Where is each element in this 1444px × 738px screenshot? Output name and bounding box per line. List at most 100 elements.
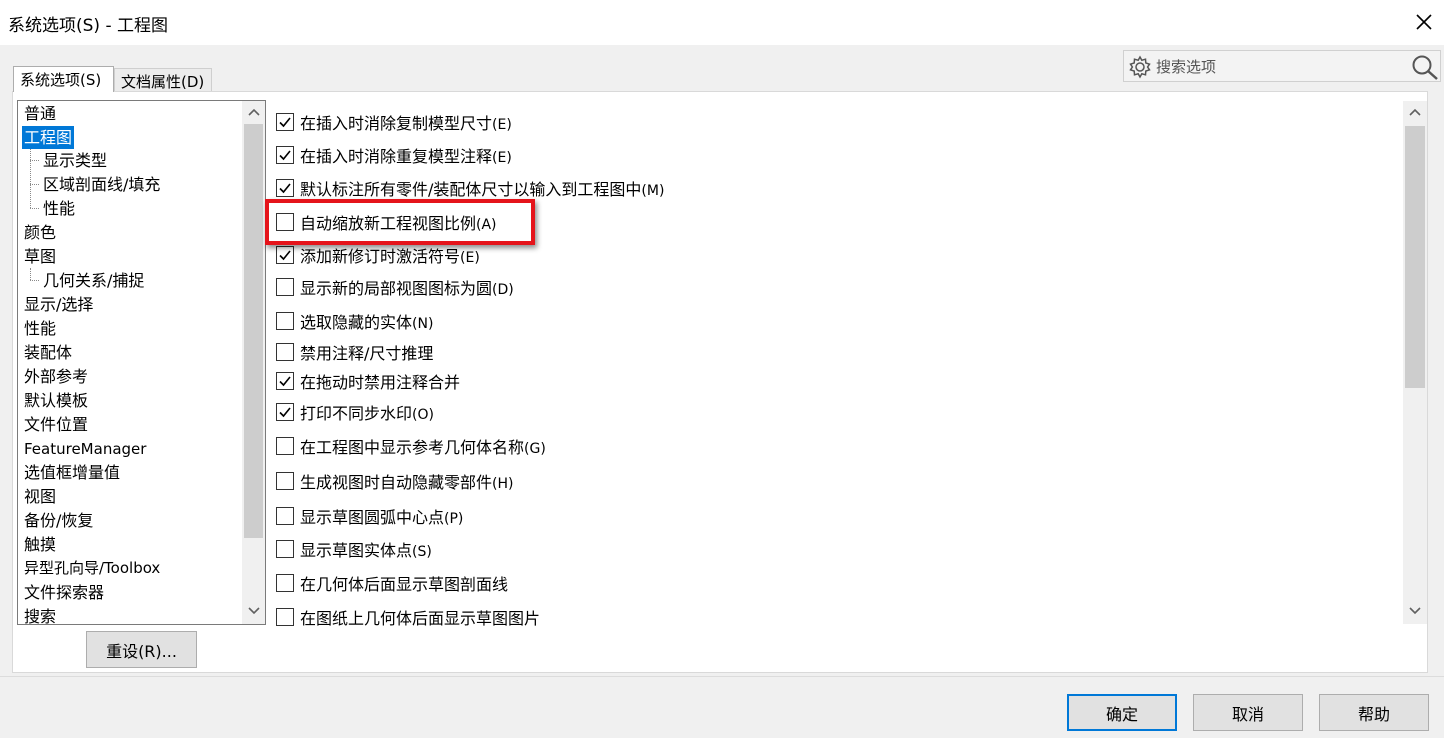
tree-scrollbar[interactable] xyxy=(242,101,265,624)
scroll-thumb[interactable] xyxy=(1405,126,1425,388)
option-text: 在插入时消除复制模型尺寸 xyxy=(300,114,493,133)
scroll-up-arrow[interactable] xyxy=(1403,101,1427,123)
option-text: 在插入时消除重复模型注释 xyxy=(300,147,493,166)
gear-icon[interactable] xyxy=(1127,54,1153,80)
chevron-down-icon xyxy=(1409,607,1421,615)
option-row: 添加新修订时激活符号(E) xyxy=(276,244,480,266)
tree-item-backup-recover[interactable]: 备份/恢复 xyxy=(22,509,95,532)
option-text: 自动缩放新工程视图比例 xyxy=(300,214,477,233)
tree-item-external-references[interactable]: 外部参考 xyxy=(22,365,90,388)
tree-item-file-explorer[interactable]: 文件探索器 xyxy=(22,581,106,604)
option-checkbox[interactable] xyxy=(276,179,294,197)
reset-button[interactable]: 重设(R)... xyxy=(86,631,197,668)
option-label[interactable]: 在几何体后面显示草图剖面线 xyxy=(300,571,508,595)
option-label[interactable]: 在工程图中显示参考几何体名称(G) xyxy=(300,434,546,458)
option-label[interactable]: 显示草图圆弧中心点(P) xyxy=(300,504,463,528)
tree-item-featuremanager[interactable]: FeatureManager xyxy=(22,438,148,461)
option-checkbox[interactable] xyxy=(276,403,294,421)
check-icon xyxy=(279,117,291,128)
option-text: 禁用注释/尺寸推理 xyxy=(300,344,434,363)
search-icon[interactable] xyxy=(1410,53,1440,81)
tree-item-assemblies[interactable]: 装配体 xyxy=(22,341,74,364)
option-text: 在工程图中显示参考几何体名称 xyxy=(300,438,525,457)
tree-item-general[interactable]: 普通 xyxy=(22,102,58,125)
option-checkbox[interactable] xyxy=(276,278,294,296)
tree-item-view[interactable]: 视图 xyxy=(22,485,58,508)
option-text: 选取隐藏的实体 xyxy=(300,313,413,332)
help-button[interactable]: 帮助 xyxy=(1319,694,1429,731)
tree-item-performance[interactable]: 性能 xyxy=(22,317,58,340)
tab-system-options[interactable]: 系统选项(S) xyxy=(13,66,114,92)
scroll-thumb[interactable] xyxy=(244,124,263,538)
search-input[interactable] xyxy=(1156,55,1404,79)
tree-item-spin-box-increments[interactable]: 选值框增量值 xyxy=(22,461,122,484)
option-row: 在工程图中显示参考几何体名称(G) xyxy=(276,435,546,457)
tab-document-properties[interactable]: 文档属性(D) xyxy=(114,68,212,91)
option-checkbox[interactable] xyxy=(276,213,294,231)
tree-item-relations-snaps[interactable]: 几何关系/捕捉 xyxy=(41,269,146,292)
tree-item-search[interactable]: 搜索 xyxy=(22,605,58,624)
option-checkbox[interactable] xyxy=(276,246,294,264)
option-label[interactable]: 自动缩放新工程视图比例(A) xyxy=(300,210,497,234)
option-label[interactable]: 禁用注释/尺寸推理 xyxy=(300,340,433,364)
option-shortcut: (E) xyxy=(492,117,512,133)
option-checkbox[interactable] xyxy=(276,574,294,592)
option-row: 在图纸上几何体后面显示草图图片 xyxy=(276,606,540,628)
title-bar: 系统选项(S) - 工程图 xyxy=(0,0,1444,45)
option-checkbox[interactable] xyxy=(276,507,294,525)
close-button[interactable] xyxy=(1408,6,1440,38)
option-label[interactable]: 显示草图实体点(S) xyxy=(300,537,432,561)
tree-item-area-hatch[interactable]: 区域剖面线/填充 xyxy=(41,173,162,196)
option-row: 在插入时消除重复模型注释(E) xyxy=(276,144,512,166)
option-checkbox[interactable] xyxy=(276,608,294,626)
tree-item-drawing-performance[interactable]: 性能 xyxy=(41,197,77,220)
option-shortcut: (S) xyxy=(412,544,432,560)
option-label[interactable]: 添加新修订时激活符号(E) xyxy=(300,243,480,267)
tree-item-display-selection[interactable]: 显示/选择 xyxy=(22,293,95,316)
tree-item-drawings[interactable]: 工程图 xyxy=(22,126,75,149)
tree-item-sketch[interactable]: 草图 xyxy=(22,245,58,268)
option-row: 在几何体后面显示草图剖面线 xyxy=(276,572,508,594)
tree-connector xyxy=(30,268,31,280)
option-label[interactable]: 在图纸上几何体后面显示草图图片 xyxy=(300,605,540,629)
scroll-down-arrow[interactable] xyxy=(242,600,265,622)
option-shortcut: (E) xyxy=(460,250,480,266)
check-icon xyxy=(279,250,291,261)
options-scrollbar[interactable] xyxy=(1403,101,1427,624)
option-label[interactable]: 在插入时消除重复模型注释(E) xyxy=(300,143,512,167)
option-checkbox[interactable] xyxy=(276,540,294,558)
option-label[interactable]: 选取隐藏的实体(N) xyxy=(300,309,433,333)
option-checkbox[interactable] xyxy=(276,113,294,131)
tree-item-default-templates[interactable]: 默认模板 xyxy=(22,389,90,412)
tree-item-colors[interactable]: 颜色 xyxy=(22,221,58,244)
option-label[interactable]: 默认标注所有零件/装配体尺寸以输入到工程图中(M) xyxy=(300,176,664,200)
cancel-button[interactable]: 取消 xyxy=(1193,694,1303,731)
option-label[interactable]: 在拖动时禁用注释合并 xyxy=(300,369,460,393)
option-checkbox[interactable] xyxy=(276,472,294,490)
option-label[interactable]: 显示新的局部视图图标为圆(D) xyxy=(300,275,514,299)
scroll-up-arrow[interactable] xyxy=(242,101,265,123)
option-row: 显示新的局部视图图标为圆(D) xyxy=(276,276,514,298)
option-checkbox[interactable] xyxy=(276,312,294,330)
option-shortcut: (D) xyxy=(492,282,514,298)
option-row: 显示草图圆弧中心点(P) xyxy=(276,505,463,527)
option-label[interactable]: 生成视图时自动隐藏零部件(H) xyxy=(300,469,513,493)
tree-item-hole-wizard-toolbox[interactable]: 异型孔向导/Toolbox xyxy=(22,557,162,580)
option-checkbox[interactable] xyxy=(276,146,294,164)
option-row: 默认标注所有零件/装配体尺寸以输入到工程图中(M) xyxy=(276,177,664,199)
scroll-down-arrow[interactable] xyxy=(1403,600,1427,622)
chevron-down-icon xyxy=(247,607,260,615)
check-icon xyxy=(279,150,291,161)
option-checkbox[interactable] xyxy=(276,372,294,390)
tree-item-touch[interactable]: 触摸 xyxy=(22,533,58,556)
ok-button[interactable]: 确定 xyxy=(1067,694,1177,731)
tree-item-file-locations[interactable]: 文件位置 xyxy=(22,413,90,436)
option-checkbox[interactable] xyxy=(276,343,294,361)
divider xyxy=(0,676,1444,677)
option-shortcut: (A) xyxy=(476,217,497,233)
tree-item-display-style[interactable]: 显示类型 xyxy=(41,149,109,172)
option-label[interactable]: 打印不同步水印(O) xyxy=(300,400,434,424)
search-box xyxy=(1123,50,1441,82)
option-label[interactable]: 在插入时消除复制模型尺寸(E) xyxy=(300,110,512,134)
option-checkbox[interactable] xyxy=(276,437,294,455)
